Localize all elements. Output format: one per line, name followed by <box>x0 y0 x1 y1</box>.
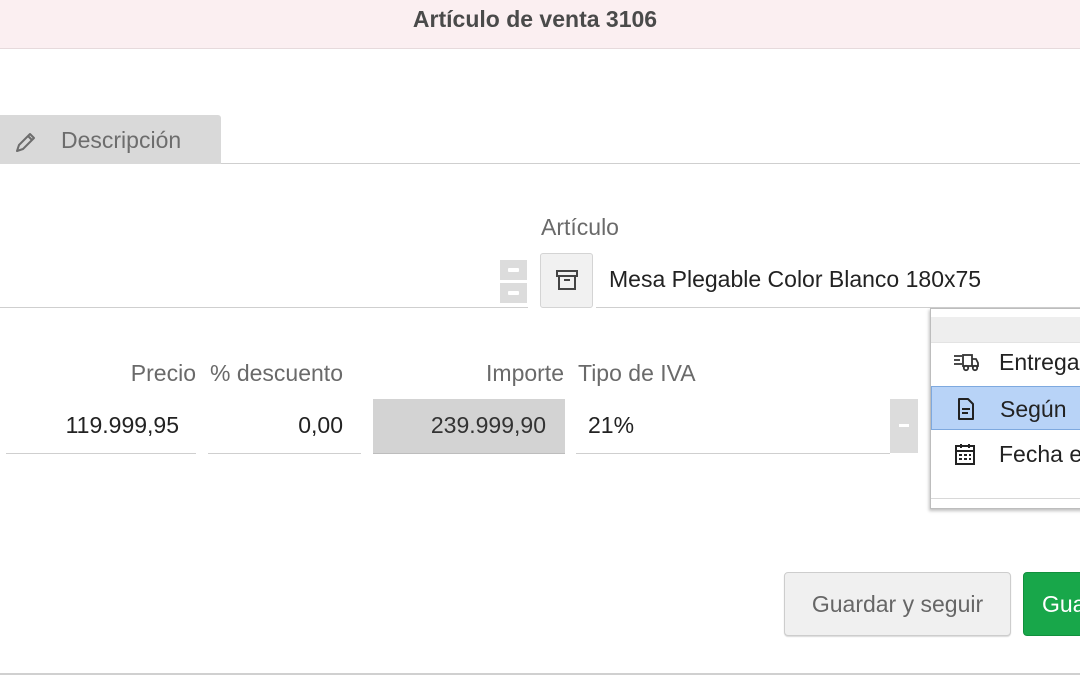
spinner-up-button[interactable] <box>500 260 527 280</box>
importe-value: 239.999,90 <box>430 412 546 438</box>
spinner-control[interactable] <box>500 260 527 304</box>
precio-value: 119.999,95 <box>65 412 179 438</box>
dropdown-divider <box>931 498 1080 499</box>
save-and-continue-button[interactable]: Guardar y seguir <box>784 572 1011 636</box>
dropdown-item-label: Entrega <box>999 349 1080 375</box>
descuento-input[interactable]: 0,00 <box>208 399 361 454</box>
precio-input[interactable]: 119.999,95 <box>6 399 196 454</box>
tipo-iva-label: Tipo de IVA <box>578 360 696 386</box>
dropdown-menu: Entrega Según Fecha e <box>930 308 1080 509</box>
tab-descripcion[interactable]: Descripción <box>0 115 221 164</box>
truck-icon <box>953 351 979 373</box>
articulo-value: Mesa Plegable Color Blanco 180x75 <box>609 266 982 292</box>
tipo-iva-select[interactable]: 21% <box>576 399 890 454</box>
tipo-iva-toggle-button[interactable] <box>890 399 918 453</box>
importe-field: 239.999,90 <box>373 399 565 454</box>
dropdown-item-label: Según <box>1000 396 1067 422</box>
tipo-iva-value: 21% <box>588 412 635 438</box>
descuento-value: 0,00 <box>298 412 343 438</box>
pencil-icon <box>14 130 38 154</box>
archive-button[interactable] <box>540 253 593 308</box>
dropdown-item-fecha[interactable]: Fecha e <box>931 432 1080 476</box>
calendar-icon <box>953 443 977 465</box>
importe-label: Importe <box>486 360 564 386</box>
articulo-label: Artículo <box>541 214 619 240</box>
articulo-input[interactable]: Mesa Plegable Color Blanco 180x75 <box>596 253 1080 308</box>
dropdown-item-entrega[interactable]: Entrega <box>931 340 1080 384</box>
tab-label: Descripción <box>61 127 182 153</box>
precio-label: Precio <box>130 360 196 386</box>
dialog-title: Artículo de venta 3106 <box>412 6 658 32</box>
dialog-header: Artículo de venta 3106 <box>0 0 1080 49</box>
descuento-label: % descuento <box>210 360 343 386</box>
save-button-label: Gua <box>1042 591 1080 617</box>
spinner-down-button[interactable] <box>500 283 527 303</box>
dropdown-item-segun[interactable]: Según <box>931 386 1080 430</box>
field-divider <box>0 307 528 308</box>
tab-divider <box>221 163 1080 164</box>
dropdown-item-label: Fecha e <box>999 441 1080 467</box>
document-icon <box>954 398 978 420</box>
save-button[interactable]: Gua <box>1023 572 1080 636</box>
